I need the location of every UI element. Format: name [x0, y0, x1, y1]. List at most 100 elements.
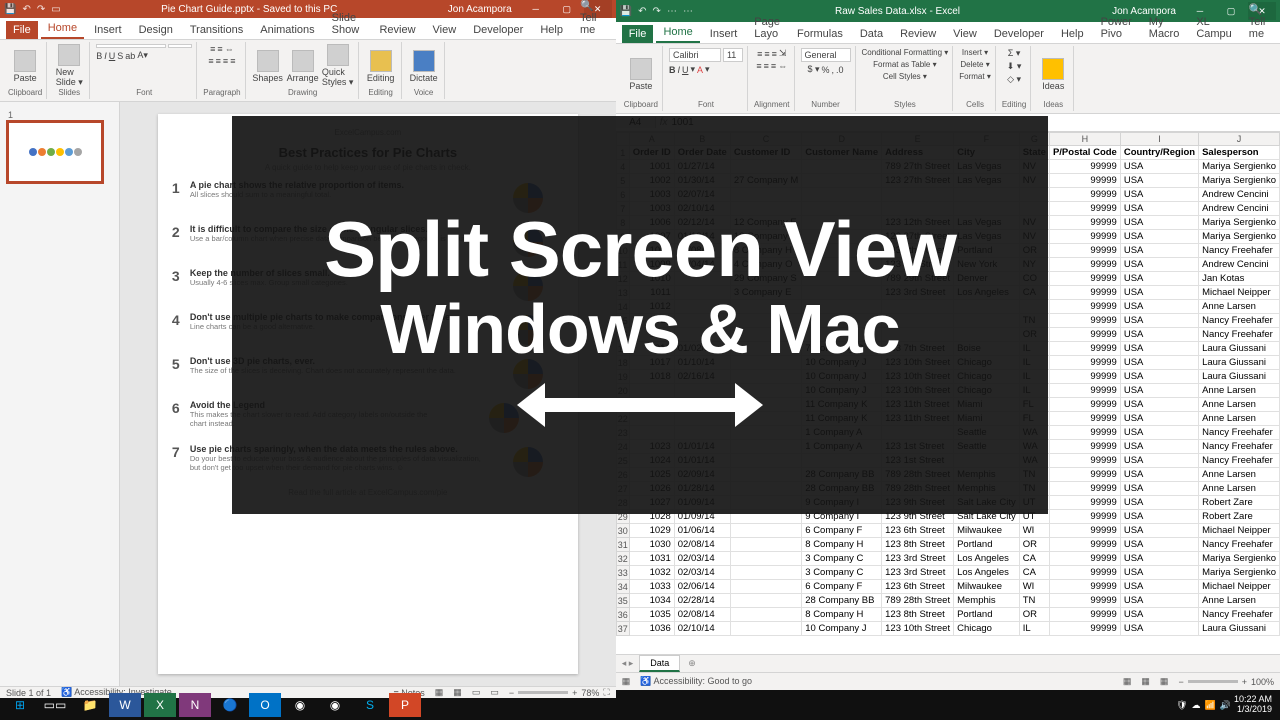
- cell[interactable]: USA: [1120, 342, 1198, 356]
- arrange-button[interactable]: Arrange: [287, 50, 319, 83]
- cell[interactable]: USA: [1120, 482, 1198, 496]
- cell[interactable]: 99999: [1049, 538, 1120, 552]
- cell[interactable]: USA: [1120, 622, 1198, 636]
- word-icon[interactable]: W: [109, 693, 141, 717]
- cell[interactable]: 99999: [1049, 566, 1120, 580]
- cell[interactable]: Robert Zare: [1199, 510, 1280, 524]
- cell[interactable]: 1031: [629, 552, 674, 566]
- cell[interactable]: Laura Giussani: [1199, 370, 1280, 384]
- skype-icon[interactable]: S: [354, 693, 386, 717]
- cell[interactable]: USA: [1120, 174, 1198, 188]
- cell[interactable]: 99999: [1049, 370, 1120, 384]
- cell[interactable]: USA: [1120, 356, 1198, 370]
- cell[interactable]: 99999: [1049, 202, 1120, 216]
- cell[interactable]: 1034: [629, 594, 674, 608]
- row-header[interactable]: 35: [616, 594, 629, 608]
- cell[interactable]: 02/03/14: [674, 552, 730, 566]
- slide-thumbnail-1[interactable]: [8, 122, 102, 182]
- cell[interactable]: 123 3rd Street: [882, 552, 954, 566]
- sheet-tab-data[interactable]: Data: [639, 655, 680, 672]
- cell[interactable]: USA: [1120, 286, 1198, 300]
- cell[interactable]: 3 Company C: [802, 552, 882, 566]
- row-header[interactable]: 36: [616, 608, 629, 622]
- cell[interactable]: 1029: [629, 524, 674, 538]
- chrome-icon[interactable]: 🔵: [214, 693, 246, 717]
- clock[interactable]: 10:22 AM1/3/2019: [1234, 695, 1276, 715]
- cell[interactable]: USA: [1120, 454, 1198, 468]
- col-header[interactable]: J: [1199, 133, 1280, 146]
- cell[interactable]: Nancy Freehafer: [1199, 328, 1280, 342]
- excel-taskbar-icon[interactable]: X: [144, 693, 176, 717]
- cell[interactable]: 99999: [1049, 454, 1120, 468]
- cell[interactable]: IL: [1019, 622, 1049, 636]
- cell[interactable]: 123 8th Street: [882, 608, 954, 622]
- cell[interactable]: USA: [1120, 202, 1198, 216]
- save-icon[interactable]: 💾: [4, 4, 16, 15]
- cell[interactable]: 99999: [1049, 580, 1120, 594]
- field-header[interactable]: P/Postal Code: [1049, 146, 1120, 160]
- xl-undo-icon[interactable]: ↶: [638, 6, 646, 17]
- pp-tab-animations[interactable]: Animations: [253, 21, 321, 39]
- cell[interactable]: 1030: [629, 538, 674, 552]
- cell[interactable]: USA: [1120, 216, 1198, 230]
- xl-tab-review[interactable]: Review: [893, 25, 943, 43]
- cell[interactable]: Nancy Freehafer: [1199, 538, 1280, 552]
- clear-icon[interactable]: ◇ ▾: [1007, 74, 1021, 85]
- xl-tab-developer[interactable]: Developer: [987, 25, 1051, 43]
- xl-view-break-icon[interactable]: ▦: [1160, 676, 1169, 687]
- cell[interactable]: 123 8th Street: [882, 538, 954, 552]
- new-sheet-icon[interactable]: ⊕: [680, 658, 704, 669]
- pp-fontsize-box[interactable]: [168, 44, 192, 48]
- pp-user[interactable]: Jon Acampora: [448, 4, 512, 15]
- xl-accessibility[interactable]: ♿ Accessibility: Good to go: [640, 676, 752, 687]
- cell[interactable]: USA: [1120, 412, 1198, 426]
- cell[interactable]: Portland: [954, 538, 1020, 552]
- cell[interactable]: USA: [1120, 426, 1198, 440]
- xl-tab-data[interactable]: Data: [853, 25, 890, 43]
- cell[interactable]: [730, 566, 801, 580]
- xl-fontsize-box[interactable]: 11: [723, 48, 743, 62]
- cell[interactable]: USA: [1120, 398, 1198, 412]
- cell[interactable]: USA: [1120, 300, 1198, 314]
- row-header[interactable]: 33: [616, 566, 629, 580]
- cell[interactable]: Nancy Freehafer: [1199, 244, 1280, 258]
- bullets-icon[interactable]: ≡: [210, 44, 215, 54]
- view-slideshow-icon[interactable]: ▭: [490, 687, 499, 698]
- pp-tab-design[interactable]: Design: [132, 21, 180, 39]
- cell[interactable]: 123 6th Street: [882, 580, 954, 594]
- cell[interactable]: Laura Giussani: [1199, 356, 1280, 370]
- cell[interactable]: TN: [1019, 594, 1049, 608]
- cell[interactable]: 8 Company H: [802, 538, 882, 552]
- fill-icon[interactable]: ⬇ ▾: [1007, 61, 1022, 72]
- cell[interactable]: CA: [1019, 552, 1049, 566]
- dictate-button[interactable]: Dictate: [408, 50, 440, 83]
- align-left-icon[interactable]: ≡: [208, 56, 213, 66]
- cell[interactable]: Anne Larsen: [1199, 398, 1280, 412]
- cell[interactable]: Mariya Sergienko: [1199, 552, 1280, 566]
- xl-tab-view[interactable]: View: [946, 25, 984, 43]
- new-slide-button[interactable]: NewSlide ▾: [53, 44, 85, 88]
- cell[interactable]: USA: [1120, 552, 1198, 566]
- cell[interactable]: [730, 622, 801, 636]
- cell[interactable]: Michael Neipper: [1199, 580, 1280, 594]
- cell[interactable]: USA: [1120, 384, 1198, 398]
- cell[interactable]: Memphis: [954, 594, 1020, 608]
- cell[interactable]: 99999: [1049, 524, 1120, 538]
- cell[interactable]: Michael Neipper: [1199, 286, 1280, 300]
- shapes-button[interactable]: Shapes: [252, 50, 284, 83]
- slide-thumbnail-pane[interactable]: 1: [0, 102, 120, 686]
- cell[interactable]: 02/06/14: [674, 580, 730, 594]
- cell[interactable]: 1032: [629, 566, 674, 580]
- cell[interactable]: Anne Larsen: [1199, 384, 1280, 398]
- cell[interactable]: 99999: [1049, 608, 1120, 622]
- cell[interactable]: USA: [1120, 160, 1198, 174]
- cell[interactable]: [730, 538, 801, 552]
- cell[interactable]: Nancy Freehafer: [1199, 314, 1280, 328]
- cell[interactable]: WI: [1019, 524, 1049, 538]
- cell[interactable]: USA: [1120, 538, 1198, 552]
- field-header[interactable]: Salesperson: [1199, 146, 1280, 160]
- cell[interactable]: 02/10/14: [674, 622, 730, 636]
- cell[interactable]: OR: [1019, 538, 1049, 552]
- cell[interactable]: USA: [1120, 608, 1198, 622]
- cell[interactable]: USA: [1120, 272, 1198, 286]
